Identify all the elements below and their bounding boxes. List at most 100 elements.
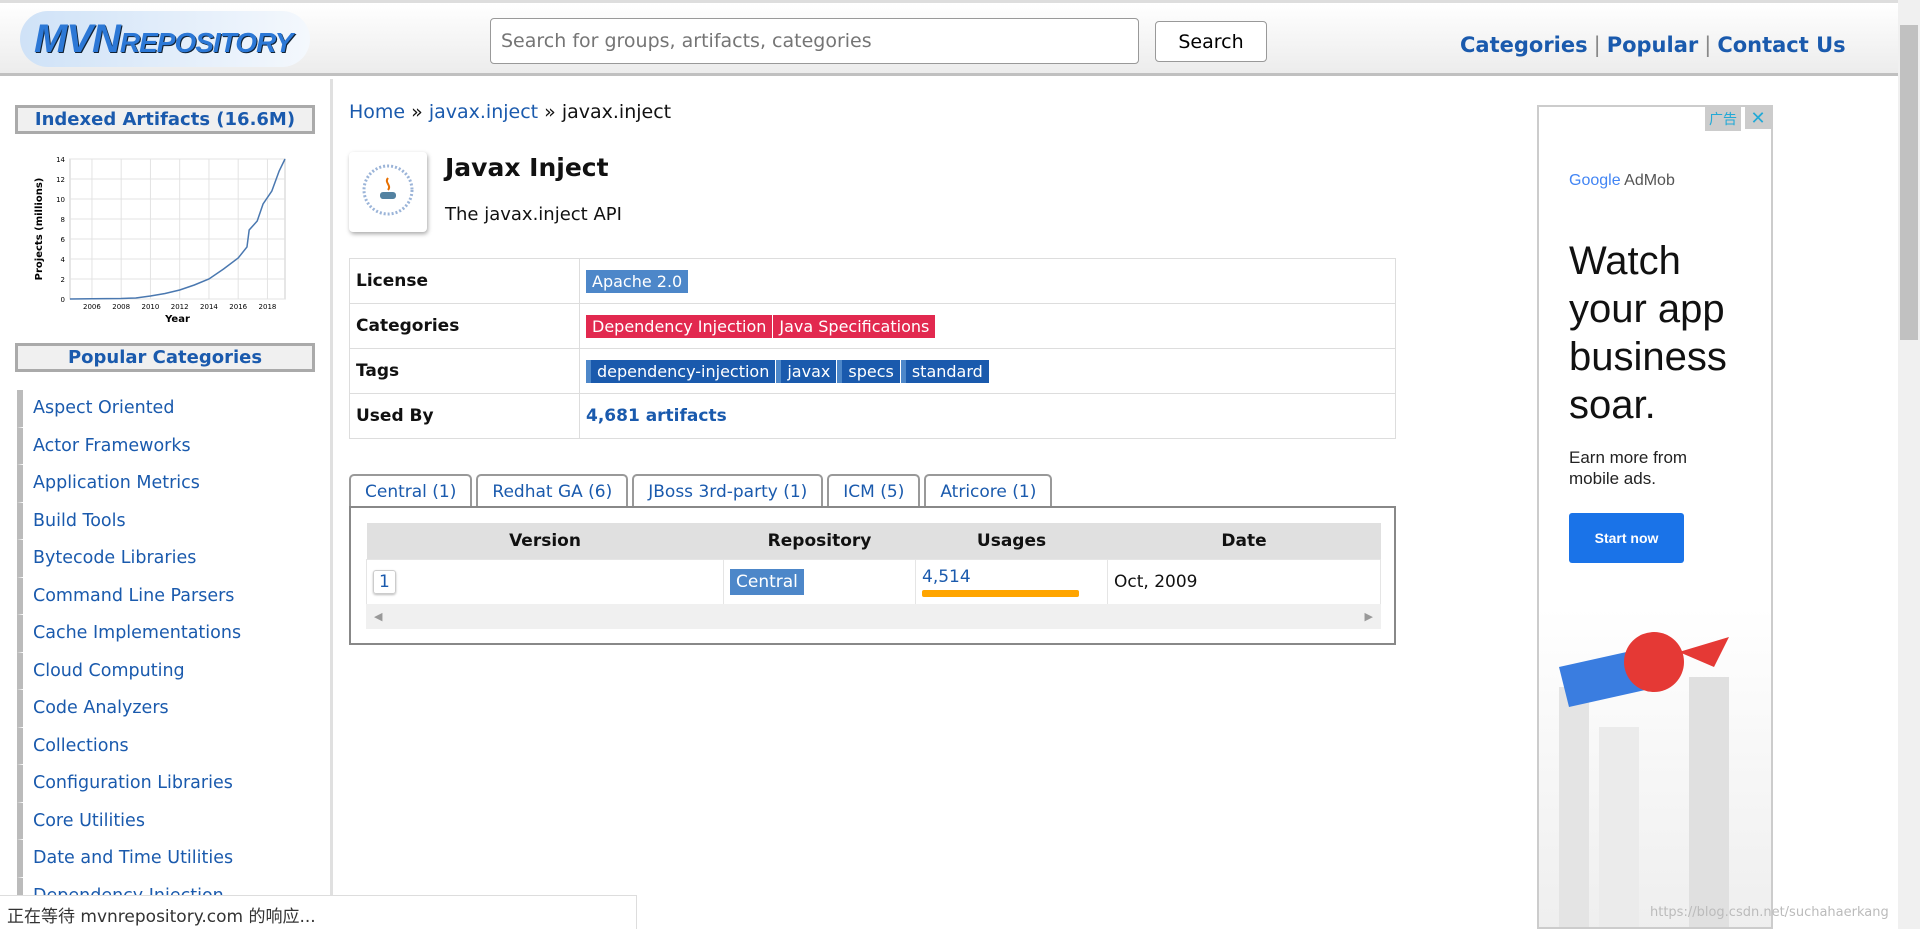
tab-jboss-3rd-party[interactable]: JBoss 3rd-party (1) xyxy=(632,474,824,507)
tag-badge[interactable]: standard xyxy=(900,359,989,383)
artifact-title: Javax Inject xyxy=(445,153,609,182)
y-tick-label: 6 xyxy=(61,236,66,244)
license-row: License Apache 2.0 xyxy=(349,258,1396,304)
sidebar-category-item[interactable]: Cache Implementations xyxy=(17,615,242,653)
artifact-description: The javax.inject API xyxy=(445,204,622,225)
breadcrumb-home[interactable]: Home xyxy=(349,101,405,123)
sidebar-category-item[interactable]: Core Utilities xyxy=(17,802,242,840)
sidebar-category-item[interactable]: Command Line Parsers xyxy=(17,577,242,615)
sidebar-category-item[interactable]: Actor Frameworks xyxy=(17,427,242,465)
sidebar-category-item[interactable]: Date and Time Utilities xyxy=(17,840,242,878)
ad-illustration xyxy=(1539,607,1771,927)
x-tick-label: 2014 xyxy=(200,303,218,311)
y-tick-label: 14 xyxy=(56,156,65,164)
sidebar-category-item[interactable]: Code Analyzers xyxy=(17,690,242,728)
y-tick-label: 8 xyxy=(61,216,65,224)
scroll-left-icon[interactable]: ◀ xyxy=(374,604,382,629)
scrollbar-thumb[interactable] xyxy=(1900,25,1918,340)
advertisement[interactable]: 广告 ✕ Google AdMob Watch your app busines… xyxy=(1537,105,1773,929)
mvnrepository-logo[interactable]: MVNREPOSITORY xyxy=(20,11,310,67)
sidebar-category-item[interactable]: Application Metrics xyxy=(17,465,242,503)
versions-panel: Version Repository Usages Date 1 Central 4,… xyxy=(349,506,1396,645)
sidebar-category-item[interactable]: Aspect Oriented xyxy=(17,390,242,428)
tab-redhat-ga[interactable]: Redhat GA (6) xyxy=(476,474,629,507)
ad-headline: Watch your app business soar. xyxy=(1569,239,1727,427)
tag-badge[interactable]: javax xyxy=(776,359,837,383)
start-now-button[interactable]: Start now xyxy=(1569,513,1684,563)
sidebar-category-item[interactable]: Bytecode Libraries xyxy=(17,540,242,578)
x-tick-label: 2012 xyxy=(171,303,189,311)
sidebar-category-item[interactable]: Collections xyxy=(17,727,242,765)
sidebar-category-item[interactable]: Configuration Libraries xyxy=(17,765,242,803)
category-badge[interactable]: Dependency Injection xyxy=(586,314,773,338)
y-tick-label: 12 xyxy=(56,176,65,184)
tag-badge[interactable]: dependency-injection xyxy=(586,359,776,383)
category-link[interactable]: Application Metrics xyxy=(33,473,200,493)
col-date: Date xyxy=(1107,523,1381,559)
category-link[interactable]: Configuration Libraries xyxy=(33,773,233,793)
artifact-info-table: License Apache 2.0 Categories Dependency I… xyxy=(349,258,1396,439)
nav-categories[interactable]: Categories xyxy=(1460,33,1588,57)
sidebar: Indexed Artifacts (16.6M) 0 2 4 6 8 10 12 14 200… xyxy=(0,79,333,929)
scroll-right-icon[interactable]: ▶ xyxy=(1365,604,1373,629)
category-link[interactable]: Actor Frameworks xyxy=(33,436,191,456)
sidebar-category-item[interactable]: Cloud Computing xyxy=(17,652,242,690)
category-link[interactable]: Cache Implementations xyxy=(33,623,241,643)
tab-icm[interactable]: ICM (5) xyxy=(827,474,921,507)
usages-link[interactable]: 4,514 xyxy=(922,567,971,587)
category-link[interactable]: Command Line Parsers xyxy=(33,586,234,606)
tags-row: Tags dependency-injection javax specs standa… xyxy=(349,348,1396,394)
category-link[interactable]: Bytecode Libraries xyxy=(33,548,196,568)
popular-categories-heading: Popular Categories xyxy=(15,343,315,372)
category-link[interactable]: Aspect Oriented xyxy=(33,398,174,418)
category-link[interactable]: Build Tools xyxy=(33,511,126,531)
search-input[interactable] xyxy=(490,18,1139,64)
category-link[interactable]: Collections xyxy=(33,736,129,756)
top-nav: Categories | Popular | Contact Us xyxy=(1460,33,1846,57)
y-tick-label: 10 xyxy=(56,196,65,204)
table-row: 1 Central 4,514 Oct, 2009 xyxy=(366,558,1381,605)
category-link[interactable]: Code Analyzers xyxy=(33,698,169,718)
usages-bar xyxy=(922,589,1079,597)
header: MVNREPOSITORY Search Categories|Popular|… xyxy=(0,3,1898,76)
version-link[interactable]: 1 xyxy=(373,569,396,594)
license-label: License xyxy=(349,258,580,304)
horizontal-scrollbar[interactable]: ◀ ▶ xyxy=(366,604,1381,629)
artifact-logo xyxy=(349,152,427,232)
x-axis-label: Year xyxy=(164,314,190,325)
search-button[interactable]: Search xyxy=(1155,21,1267,62)
category-badge[interactable]: Java Specifications xyxy=(773,314,936,338)
plot-area xyxy=(69,158,286,300)
repository-badge[interactable]: Central xyxy=(730,568,804,595)
category-link[interactable]: Date and Time Utilities xyxy=(33,848,233,868)
col-repository: Repository xyxy=(723,523,916,559)
category-list: Aspect Oriented Actor Frameworks Applicati… xyxy=(17,390,242,915)
close-icon[interactable]: ✕ xyxy=(1745,107,1771,129)
repository-tabs: Central (1) Redhat GA (6) JBoss 3rd-part… xyxy=(349,474,1053,507)
categories-label: Categories xyxy=(349,303,580,349)
nav-popular[interactable]: Popular xyxy=(1607,33,1699,57)
nav-contact-us[interactable]: Contact Us xyxy=(1717,33,1845,57)
x-tick-label: 2008 xyxy=(112,303,130,311)
sidebar-category-item[interactable]: Build Tools xyxy=(17,502,242,540)
tab-central[interactable]: Central (1) xyxy=(349,474,473,507)
breadcrumb-group[interactable]: javax.inject xyxy=(429,101,538,123)
y-axis-label: Projects (millions) xyxy=(34,178,45,281)
vertical-scrollbar[interactable] xyxy=(1898,0,1920,929)
y-tick-label: 0 xyxy=(61,296,65,304)
versions-table: Version Repository Usages Date 1 Central 4,… xyxy=(366,523,1381,605)
tab-atricore[interactable]: Atricore (1) xyxy=(924,474,1053,507)
x-tick-label: 2016 xyxy=(229,303,247,311)
x-tick-label: 2018 xyxy=(259,303,277,311)
tag-badge[interactable]: specs xyxy=(837,359,900,383)
used-by-link[interactable]: 4,681 artifacts xyxy=(586,406,727,426)
category-link[interactable]: Core Utilities xyxy=(33,811,145,831)
x-tick-label: 2006 xyxy=(83,303,101,311)
category-link[interactable]: Cloud Computing xyxy=(33,661,185,681)
indexed-artifacts-heading: Indexed Artifacts (16.6M) xyxy=(15,105,315,134)
license-badge[interactable]: Apache 2.0 xyxy=(586,269,689,293)
admob-logo: Google AdMob xyxy=(1569,172,1675,189)
y-tick-label: 2 xyxy=(61,276,65,284)
x-tick-label: 2010 xyxy=(142,303,160,311)
used-by-label: Used By xyxy=(349,393,580,439)
